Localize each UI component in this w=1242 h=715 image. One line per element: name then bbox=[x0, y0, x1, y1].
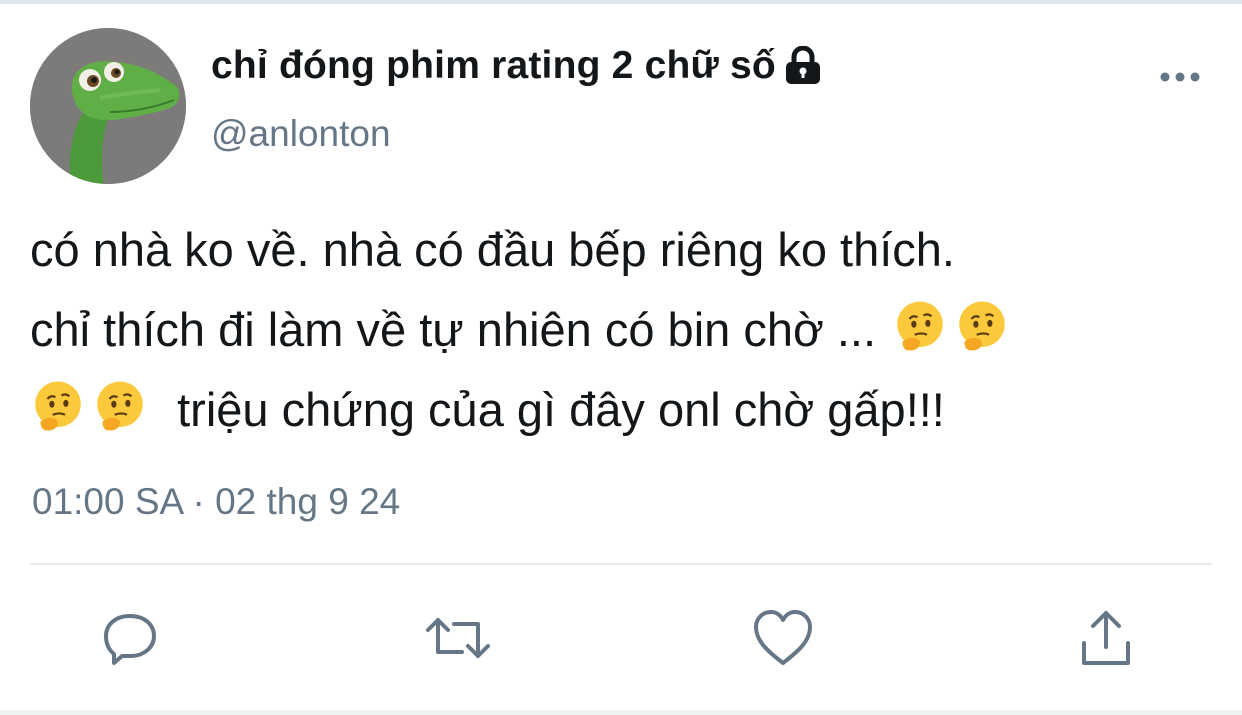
share-icon bbox=[1082, 611, 1130, 665]
lock-icon bbox=[785, 46, 820, 84]
display-name-text: chỉ đóng phim rating 2 chữ số bbox=[211, 44, 776, 87]
action-divider bbox=[30, 563, 1212, 565]
dinosaur-avatar-icon bbox=[30, 28, 186, 184]
reply-button[interactable] bbox=[96, 604, 164, 672]
tweet-timestamp[interactable]: 01:00 SA · 02 thg 9 24 bbox=[32, 481, 400, 523]
tweet-text: có nhà ko về. nhà có đầu bếp riêng ko th… bbox=[30, 210, 1220, 450]
like-button[interactable] bbox=[749, 604, 817, 672]
thinking-face-icon bbox=[959, 301, 1005, 351]
bottom-divider bbox=[0, 710, 1242, 715]
thinking-face-icon bbox=[35, 381, 81, 431]
thinking-face-icon bbox=[897, 301, 943, 351]
thinking-face-icon bbox=[97, 381, 143, 431]
top-divider bbox=[0, 0, 1242, 4]
tweet-card: chỉ đóng phim rating 2 chữ số @anlonton … bbox=[0, 0, 1242, 715]
more-options-button[interactable] bbox=[1152, 62, 1208, 92]
user-handle[interactable]: @anlonton bbox=[211, 113, 391, 155]
retweet-icon bbox=[426, 618, 490, 658]
display-name[interactable]: chỉ đóng phim rating 2 chữ số bbox=[211, 44, 822, 88]
more-options-icon bbox=[1160, 72, 1200, 82]
tweet-line-3: triệu chứng của gì đây onl chờ gấp!!! bbox=[30, 370, 1220, 450]
heart-icon bbox=[754, 610, 812, 665]
tweet-line-3-text: triệu chứng của gì đây onl chờ gấp!!! bbox=[177, 383, 945, 436]
tweet-line-1: có nhà ko về. nhà có đầu bếp riêng ko th… bbox=[30, 223, 955, 276]
tweet-line-2-text: chỉ thích đi làm về tự nhiên có bin chờ … bbox=[30, 303, 877, 356]
avatar[interactable] bbox=[30, 28, 186, 184]
tweet-line-2: chỉ thích đi làm về tự nhiên có bin chờ … bbox=[30, 290, 1220, 370]
share-button[interactable] bbox=[1072, 604, 1140, 672]
retweet-button[interactable] bbox=[424, 604, 492, 672]
reply-icon bbox=[104, 614, 156, 665]
